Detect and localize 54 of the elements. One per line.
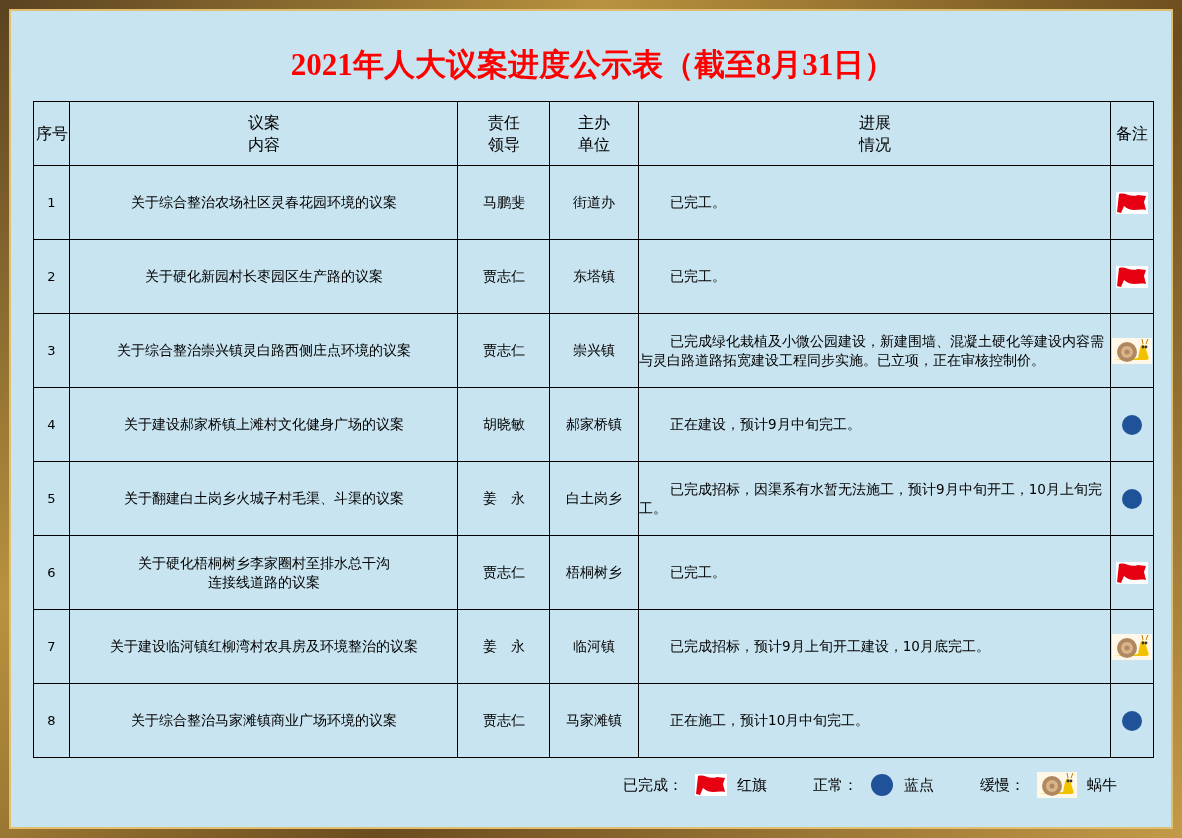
legend-label: 正常： — [813, 775, 858, 795]
table-cell: 东塔镇 — [549, 239, 639, 314]
column-header: 序号 — [35, 122, 68, 145]
table-cell: 4 — [33, 387, 70, 462]
proposal-text: 关于硬化梧桐树乡李家圈村至排水总干沟 — [137, 553, 390, 573]
proposal-text: 关于建设郝家桥镇上滩村文化健身广场的议案 — [123, 415, 404, 434]
table-cell: 3 — [33, 313, 70, 388]
column-header: 进展情况 — [857, 111, 892, 156]
column-header: 主办单位 — [577, 111, 611, 156]
table-cell: 正在施工，预计10月中旬完工。 — [638, 683, 1111, 758]
table-cell: 临河镇 — [549, 609, 639, 684]
table-cell: 已完工。 — [638, 535, 1111, 610]
column-header: 备注 — [1116, 122, 1148, 145]
proposal-text: 关于硬化新园村长枣园区生产路的议案 — [144, 267, 383, 286]
table-cell: 已完成绿化栽植及小微公园建设，新建围墙、混凝土硬化等建设内容需与灵白路道路拓宽建设工程同步实施。已立项，正在审核控制价。 — [638, 313, 1111, 388]
table-cell: 已完工。 — [638, 165, 1111, 240]
table-cell: 2 — [33, 239, 70, 314]
column-header: 议案内容 — [246, 111, 281, 156]
legend-name: 蜗牛 — [1087, 775, 1117, 795]
proposal-text: 关于建设临河镇红柳湾村农具房及环境整治的议案 — [109, 637, 418, 656]
table-cell: 6 — [33, 535, 70, 610]
table-cell: 贾志仁 — [457, 535, 550, 610]
table-cell: 胡晓敏 — [457, 387, 550, 462]
table-cell: 5 — [33, 461, 70, 536]
table-title: 2021年人大议案进度公示表（截至8月31日） — [289, 46, 897, 84]
legend-label: 已完成： — [623, 775, 683, 795]
table-cell: 姜 永 — [457, 609, 550, 684]
table-cell: 8 — [33, 683, 70, 758]
table-cell: 崇兴镇 — [549, 313, 639, 388]
column-header: 责任领导 — [486, 111, 521, 156]
table-cell: 已完工。 — [638, 239, 1111, 314]
table-cell: 梧桐树乡 — [549, 535, 639, 610]
proposal-text: 关于综合整治马家滩镇商业广场环境的议案 — [130, 711, 397, 730]
table-cell: 贾志仁 — [457, 313, 550, 388]
table-cell: 郝家桥镇 — [549, 387, 639, 462]
legend-label: 缓慢： — [980, 775, 1025, 795]
legend-name: 红旗 — [737, 775, 767, 795]
proposal-text: 连接线道路的议案 — [207, 572, 320, 592]
proposal-text: 关于综合整治农场社区灵春花园环境的议案 — [130, 193, 397, 212]
table-cell: 贾志仁 — [457, 683, 550, 758]
table-cell: 马鹏斐 — [457, 165, 550, 240]
table-cell: 1 — [33, 165, 70, 240]
table-cell: 马家滩镇 — [549, 683, 639, 758]
table-cell: 正在建设，预计9月中旬完工。 — [638, 387, 1111, 462]
legend-name: 蓝点 — [904, 775, 934, 795]
table-cell: 贾志仁 — [457, 239, 550, 314]
table-cell: 白土岗乡 — [549, 461, 639, 536]
proposal-text: 关于综合整治崇兴镇灵白路西侧庄点环境的议案 — [116, 341, 411, 360]
table-cell: 姜 永 — [457, 461, 550, 536]
proposal-text: 关于翻建白土岗乡火城子村毛渠、斗渠的议案 — [123, 489, 404, 508]
table-cell: 已完成招标，预计9月上旬开工建设，10月底完工。 — [638, 609, 1111, 684]
table-cell: 已完成招标，因渠系有水暂无法施工，预计9月中旬开工，10月上旬完工。 — [638, 461, 1111, 536]
table-cell: 7 — [33, 609, 70, 684]
table-cell: 街道办 — [549, 165, 639, 240]
